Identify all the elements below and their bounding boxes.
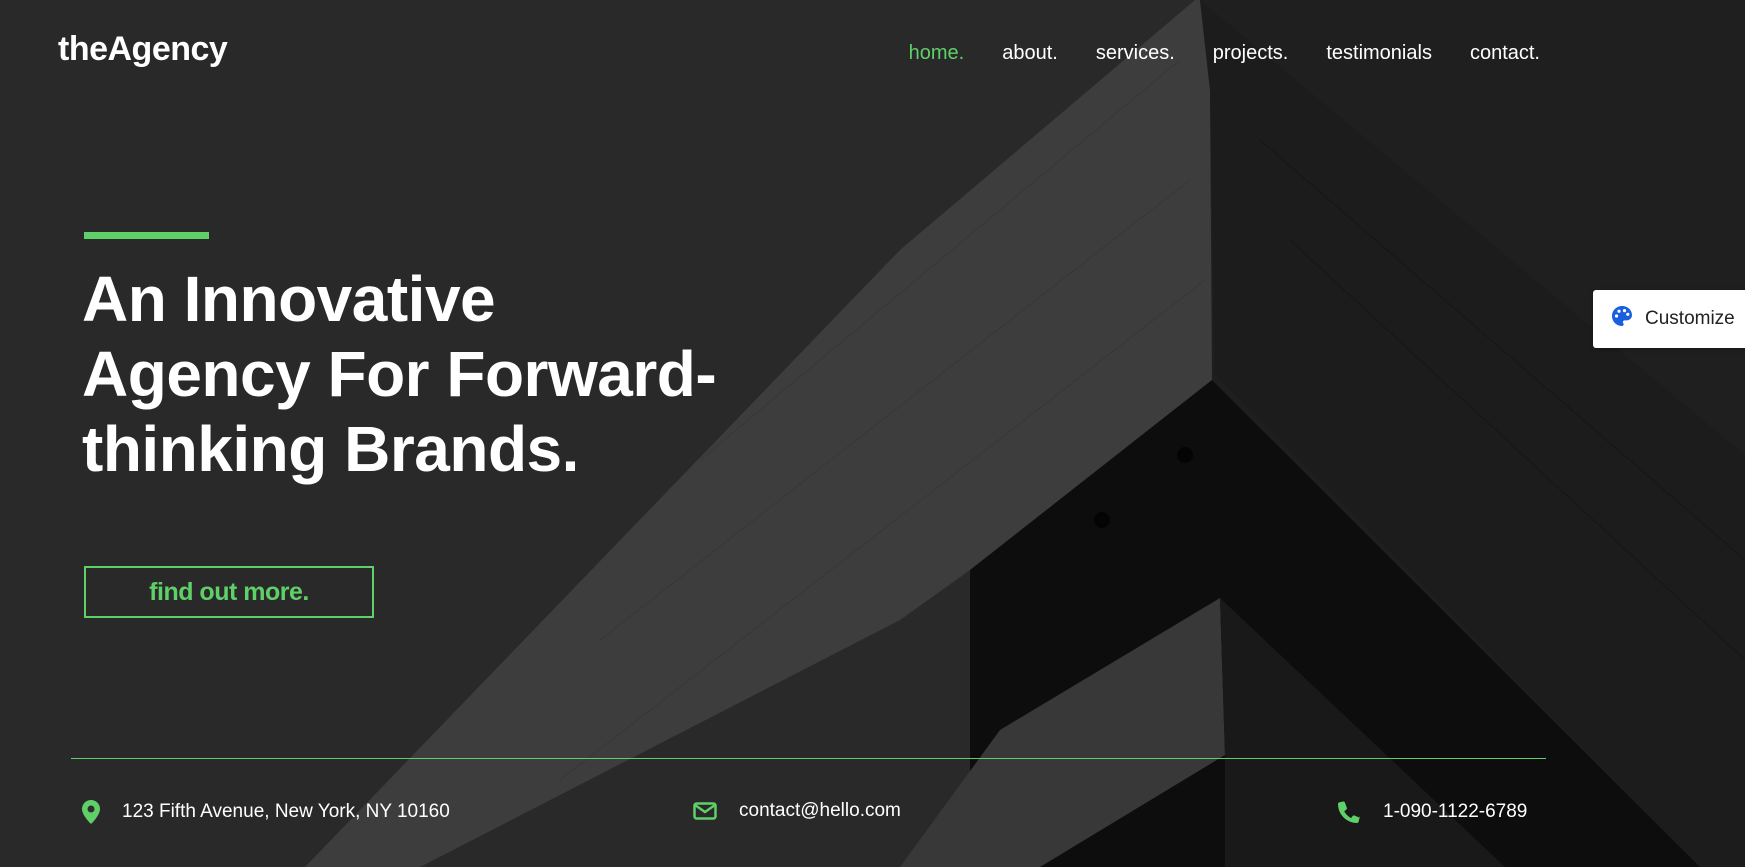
contact-email: contact@hello.com <box>693 800 901 822</box>
main-nav: home. about. services. projects. testimo… <box>909 42 1540 65</box>
contact-divider <box>71 758 1546 759</box>
phone-icon <box>1337 800 1361 824</box>
nav-item-contact[interactable]: contact. <box>1470 42 1540 65</box>
nav-item-projects[interactable]: projects. <box>1213 42 1289 65</box>
email-link[interactable]: contact@hello.com <box>739 800 901 822</box>
headline-line-3: thinking Brands. <box>82 413 579 485</box>
contact-phone: 1-090-1122-6789 <box>1337 800 1527 824</box>
nav-item-testimonials[interactable]: testimonials <box>1326 42 1432 65</box>
address-text: 123 Fifth Avenue, New York, NY 10160 <box>122 801 450 822</box>
brand-logo[interactable]: theAgency <box>58 30 228 69</box>
headline-accent-bar <box>84 232 209 239</box>
map-pin-icon <box>82 800 100 824</box>
nav-item-home[interactable]: home. <box>909 42 965 65</box>
hero-headline: An Innovative Agency For Forward-thinking… <box>82 262 802 487</box>
customize-button[interactable]: Customize <box>1593 290 1745 348</box>
nav-item-services[interactable]: services. <box>1096 42 1175 65</box>
headline-line-1: An Innovative <box>82 263 496 335</box>
hero-section: theAgency home. about. services. project… <box>0 0 1745 867</box>
find-out-more-button[interactable]: find out more. <box>84 566 374 618</box>
contact-address: 123 Fifth Avenue, New York, NY 10160 <box>82 800 450 824</box>
headline-line-2: Agency For Forward- <box>82 338 717 410</box>
phone-link[interactable]: 1-090-1122-6789 <box>1383 801 1527 823</box>
envelope-icon <box>693 802 717 820</box>
customize-label: Customize <box>1645 308 1735 329</box>
nav-item-about[interactable]: about. <box>1002 42 1058 65</box>
palette-icon <box>1611 305 1633 333</box>
